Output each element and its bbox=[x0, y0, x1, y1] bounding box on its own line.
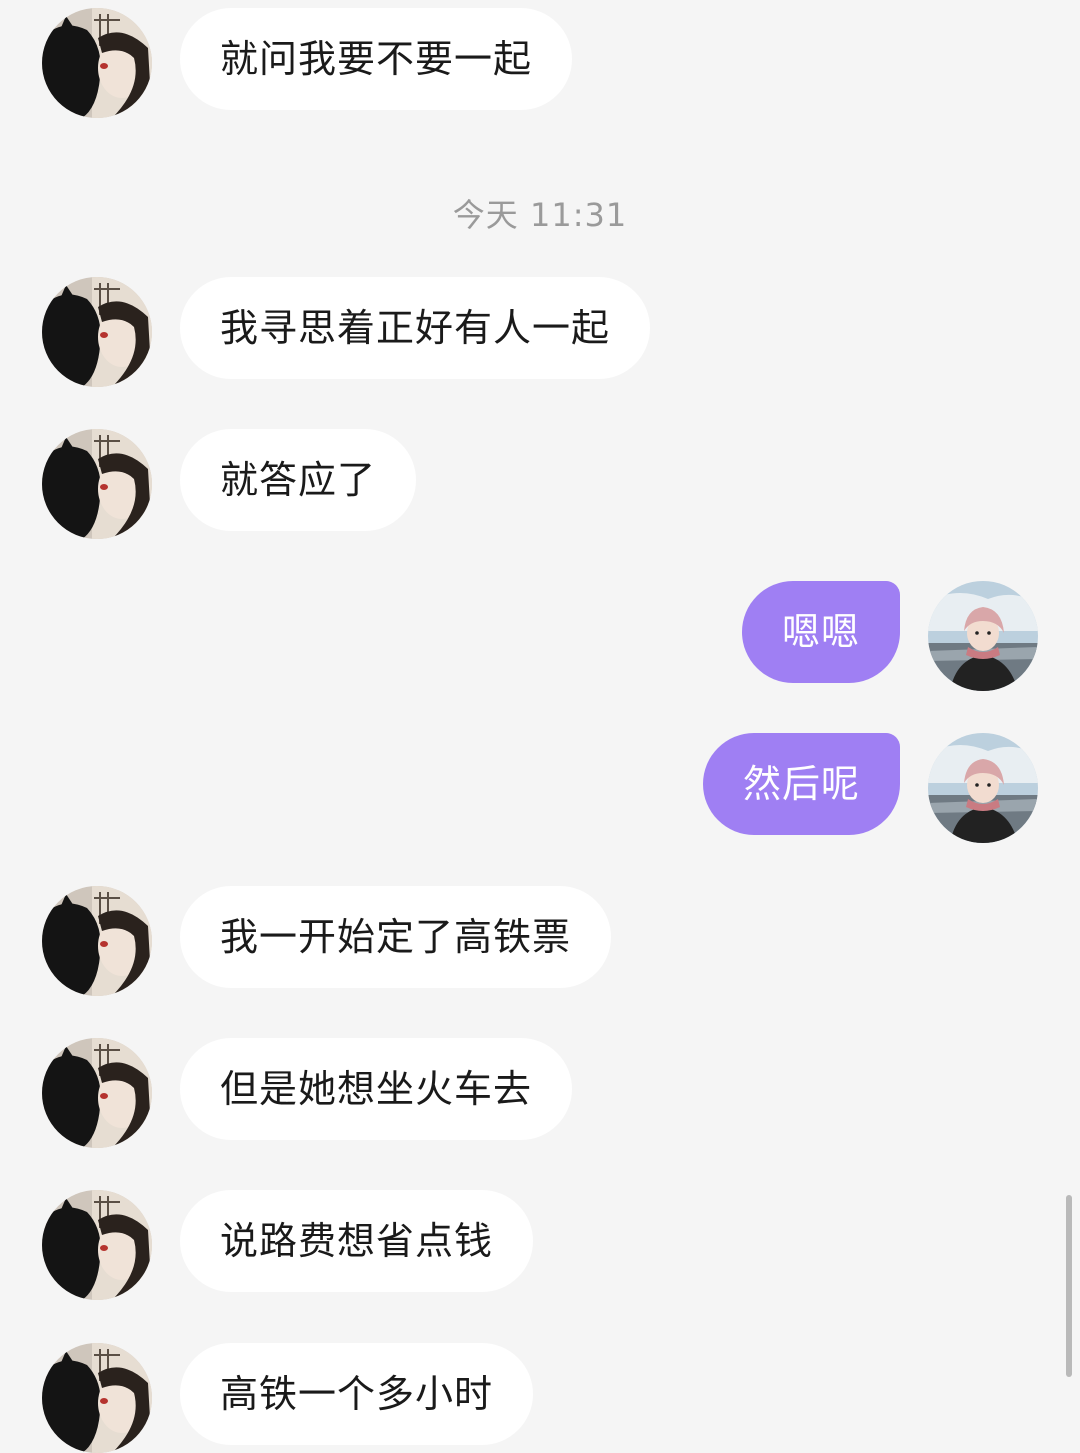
message-bubble-incoming[interactable]: 说路费想省点钱 bbox=[180, 1190, 534, 1292]
message-bubble-incoming[interactable]: 就问我要不要一起 bbox=[180, 8, 573, 110]
contact-avatar-with-cat-icon bbox=[42, 8, 152, 118]
contact-avatar-with-cat-icon bbox=[42, 1190, 152, 1300]
contact-avatar[interactable] bbox=[42, 429, 152, 539]
contact-avatar[interactable] bbox=[42, 277, 152, 387]
message-bubble-incoming[interactable]: 我一开始定了高铁票 bbox=[180, 886, 612, 988]
message-row-incoming: 就答应了 bbox=[0, 429, 1080, 539]
self-avatar[interactable] bbox=[928, 733, 1038, 843]
contact-avatar-with-cat-icon bbox=[42, 1343, 152, 1453]
message-bubble-outgoing[interactable]: 然后呢 bbox=[702, 733, 900, 835]
contact-avatar[interactable] bbox=[42, 1343, 152, 1453]
chat-message-list[interactable]: 就问我要不要一起 今天 11:31 我寻思着正好有人一起 就答应了 嗯嗯 然后呢… bbox=[0, 0, 1080, 1453]
message-row-incoming: 我一开始定了高铁票 bbox=[0, 886, 1080, 996]
message-bubble-incoming[interactable]: 高铁一个多小时 bbox=[180, 1343, 534, 1445]
contact-avatar-with-cat-icon bbox=[42, 886, 152, 996]
message-timestamp: 今天 11:31 bbox=[452, 196, 628, 234]
contact-avatar[interactable] bbox=[42, 8, 152, 118]
message-row-outgoing: 然后呢 bbox=[0, 733, 1080, 843]
message-bubble-incoming[interactable]: 我寻思着正好有人一起 bbox=[180, 277, 651, 379]
contact-avatar[interactable] bbox=[42, 1038, 152, 1148]
self-avatar-pink-hat-icon bbox=[928, 581, 1038, 691]
message-row-incoming: 高铁一个多小时 bbox=[0, 1343, 1080, 1453]
contact-avatar-with-cat-icon bbox=[42, 1038, 152, 1148]
message-row-incoming: 说路费想省点钱 bbox=[0, 1190, 1080, 1300]
contact-avatar[interactable] bbox=[42, 886, 152, 996]
contact-avatar[interactable] bbox=[42, 1190, 152, 1300]
message-row-incoming: 就问我要不要一起 bbox=[0, 8, 1080, 118]
message-row-outgoing: 嗯嗯 bbox=[0, 581, 1080, 691]
contact-avatar-with-cat-icon bbox=[42, 429, 152, 539]
message-bubble-incoming[interactable]: 但是她想坐火车去 bbox=[180, 1038, 573, 1140]
self-avatar-pink-hat-icon bbox=[928, 733, 1038, 843]
message-bubble-incoming[interactable]: 就答应了 bbox=[180, 429, 417, 531]
chat-scrollbar[interactable] bbox=[1066, 1195, 1072, 1377]
message-row-incoming: 但是她想坐火车去 bbox=[0, 1038, 1080, 1148]
message-bubble-outgoing[interactable]: 嗯嗯 bbox=[741, 581, 900, 683]
self-avatar[interactable] bbox=[928, 581, 1038, 691]
contact-avatar-with-cat-icon bbox=[42, 277, 152, 387]
message-row-incoming: 我寻思着正好有人一起 bbox=[0, 277, 1080, 387]
